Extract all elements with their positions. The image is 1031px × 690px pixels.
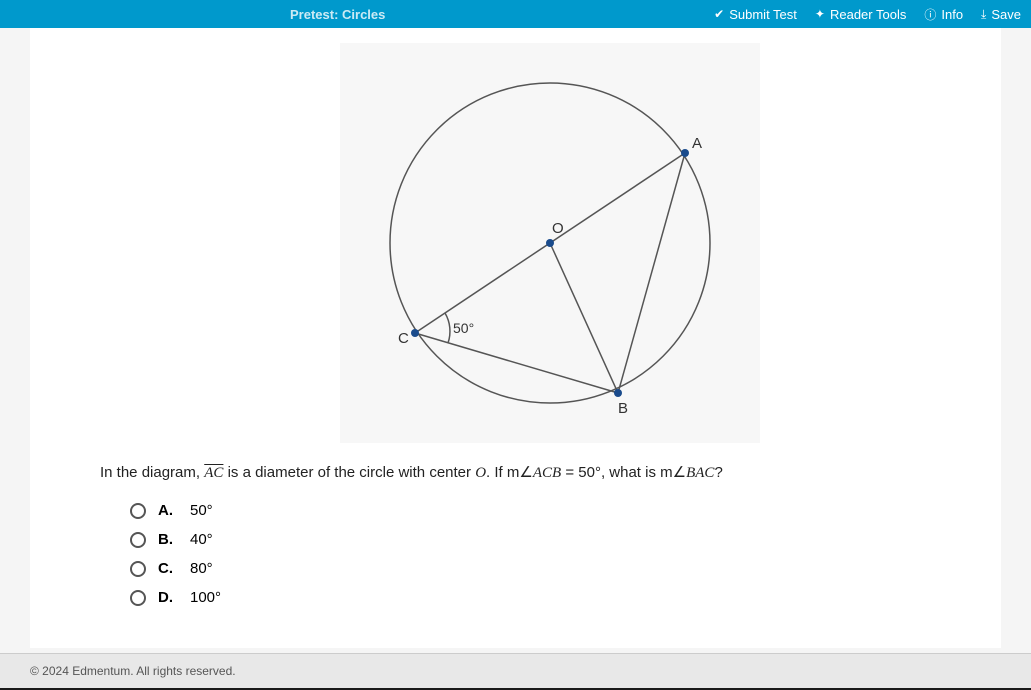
label-o: O bbox=[552, 220, 564, 237]
test-title: Pretest: Circles bbox=[10, 7, 385, 22]
label-a: A bbox=[692, 135, 702, 152]
angle-label: 50° bbox=[453, 320, 474, 336]
option-value: 50° bbox=[190, 502, 213, 519]
options-list: A. 50° B. 40° C. 80° D. 100° bbox=[130, 502, 971, 606]
point-o bbox=[546, 239, 554, 247]
circle-diagram: O A B C 50° bbox=[340, 43, 760, 443]
reader-label: Reader Tools bbox=[830, 7, 906, 22]
content-area: O A B C 50° In the diagram, AC is a diam… bbox=[0, 28, 1031, 653]
check-icon: ✔ bbox=[714, 7, 724, 21]
option-c[interactable]: C. 80° bbox=[130, 560, 971, 577]
option-value: 40° bbox=[190, 531, 213, 548]
q-suffix: ? bbox=[714, 464, 722, 481]
radio-b[interactable] bbox=[130, 532, 146, 548]
submit-label: Submit Test bbox=[729, 7, 797, 22]
footer-copyright: © 2024 Edmentum. All rights reserved. bbox=[0, 653, 1031, 688]
q-prefix: In the diagram, bbox=[100, 464, 204, 481]
option-b[interactable]: B. 40° bbox=[130, 531, 971, 548]
label-b: B bbox=[618, 400, 628, 417]
q-cond-prefix: . If m bbox=[486, 464, 519, 481]
q-cond-val: = 50°, what is m bbox=[561, 464, 672, 481]
save-label: Save bbox=[991, 7, 1021, 22]
line-cb bbox=[415, 333, 618, 393]
question-panel: O A B C 50° In the diagram, AC is a diam… bbox=[30, 28, 1001, 648]
point-c bbox=[411, 329, 419, 337]
submit-test-button[interactable]: ✔ Submit Test bbox=[714, 7, 797, 22]
q-angle-sym2: ∠ bbox=[673, 464, 686, 481]
info-icon: ⓘ bbox=[924, 6, 936, 23]
option-value: 80° bbox=[190, 560, 213, 577]
radio-d[interactable] bbox=[130, 590, 146, 606]
info-label: Info bbox=[941, 7, 963, 22]
q-middle: is a diameter of the circle with center bbox=[223, 464, 475, 481]
option-letter: D. bbox=[158, 589, 178, 606]
radio-a[interactable] bbox=[130, 503, 146, 519]
reader-tools-button[interactable]: ✦ Reader Tools bbox=[815, 7, 906, 22]
wand-icon: ✦ bbox=[815, 7, 825, 21]
line-bo bbox=[550, 243, 618, 393]
option-letter: B. bbox=[158, 531, 178, 548]
diagram-svg: O A B C 50° bbox=[360, 53, 740, 433]
save-icon: ⤓ bbox=[981, 7, 986, 22]
option-letter: C. bbox=[158, 560, 178, 577]
option-a[interactable]: A. 50° bbox=[130, 502, 971, 519]
info-button[interactable]: ⓘ Info bbox=[924, 6, 963, 23]
q-center: O bbox=[475, 465, 486, 481]
point-b bbox=[614, 389, 622, 397]
question-text: In the diagram, AC is a diameter of the … bbox=[100, 463, 931, 482]
label-c: C bbox=[398, 330, 409, 347]
header-tools: ✔ Submit Test ✦ Reader Tools ⓘ Info ⤓ Sa… bbox=[714, 6, 1021, 23]
radio-c[interactable] bbox=[130, 561, 146, 577]
save-button[interactable]: ⤓ Save bbox=[981, 7, 1021, 22]
q-cond-angle: ACB bbox=[533, 465, 561, 481]
q-angle-sym1: ∠ bbox=[519, 464, 532, 481]
option-letter: A. bbox=[158, 502, 178, 519]
line-ba bbox=[618, 153, 685, 393]
angle-arc bbox=[445, 313, 450, 343]
header-bar: Pretest: Circles ✔ Submit Test ✦ Reader … bbox=[0, 0, 1031, 28]
q-segment: AC bbox=[204, 465, 223, 481]
point-a bbox=[681, 149, 689, 157]
q-ask-angle: BAC bbox=[686, 465, 714, 481]
option-d[interactable]: D. 100° bbox=[130, 589, 971, 606]
option-value: 100° bbox=[190, 589, 221, 606]
